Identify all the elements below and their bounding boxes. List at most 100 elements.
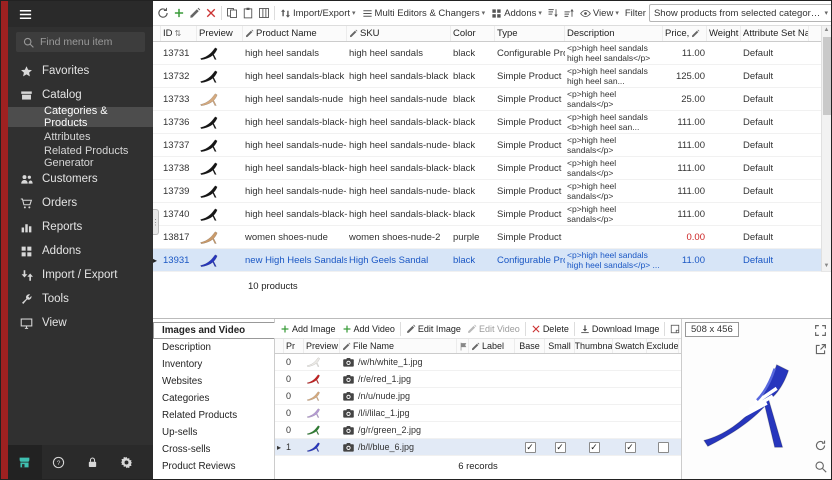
product-row-13733[interactable]: 13733high heel sandals-nudehigh heel san… [153, 88, 821, 111]
download-image-button[interactable]: Download Image [577, 324, 663, 334]
exclude-checkbox[interactable] [658, 442, 669, 453]
sidebar-item-favorites[interactable]: Favorites [8, 59, 153, 83]
image-column-header-file-name[interactable]: File Name [340, 339, 457, 353]
image-row-n-u-nude-jpg[interactable]: 0/n/u/nude.jpg [275, 388, 681, 405]
view-dropdown[interactable]: View ▾ [577, 6, 622, 21]
edit-image-button[interactable]: Edit Image [403, 324, 464, 334]
sidebar-item-view[interactable]: View [8, 311, 153, 335]
add-video-button[interactable]: Add Video [339, 324, 398, 334]
scrollbar-thumb[interactable] [823, 37, 831, 115]
help-icon[interactable]: ? [42, 445, 76, 479]
zoom-image-icon[interactable] [812, 458, 828, 474]
sidebar-item-customers[interactable]: Customers [8, 167, 153, 191]
image-row-r-e-red-1-jpg[interactable]: 0/r/e/red_1.jpg [275, 371, 681, 388]
sidebar-item-categories-products[interactable]: Categories & Products [8, 107, 153, 127]
column-header-sku[interactable]: SKU [347, 26, 451, 41]
image-column-header-expand[interactable] [275, 339, 284, 353]
sidebar-item-reports[interactable]: Reports [8, 215, 153, 239]
open-in-window-icon[interactable] [812, 341, 828, 357]
image-column-header-pr[interactable]: Pr [284, 339, 304, 353]
image-row-l-i-lilac-1-jpg[interactable]: 0/l/i/lilac_1.jpg [275, 405, 681, 422]
image-column-header-label[interactable]: Label [469, 339, 515, 353]
delete-image-button[interactable]: Delete [528, 324, 572, 334]
add-image-button[interactable]: Add Image [277, 324, 339, 334]
collapse-all-button[interactable] [561, 4, 577, 22]
multi-editors-dropdown[interactable]: Multi Editors & Changers ▾ [359, 6, 489, 21]
tab-inventory[interactable]: Inventory [153, 356, 274, 373]
product-row-13740[interactable]: 13740high heel sandals-black-38high heel… [153, 203, 821, 226]
product-row-13931[interactable]: ▸13931new High Heels SandalsHigh Geels S… [153, 249, 821, 272]
product-row-13736[interactable]: 13736high heel sandals-black-36high heel… [153, 111, 821, 134]
product-row-13739[interactable]: 13739high heel sandals-nude-37high heel … [153, 180, 821, 203]
image-column-header-small[interactable]: Small [545, 339, 575, 353]
edit-product-button[interactable] [187, 4, 203, 22]
settings-icon[interactable] [109, 445, 143, 479]
category-filter-select[interactable]: Show products from selected categories ▾ [649, 4, 831, 22]
tab-product-reviews[interactable]: Product Reviews [153, 458, 274, 475]
column-header-attribute-set-name[interactable]: Attribute Set Name [741, 26, 809, 41]
image-column-header-flag[interactable] [457, 339, 469, 353]
edit-video-button[interactable]: Edit Video [464, 324, 523, 334]
image-row-w-h-white-1-jpg[interactable]: 0/w/h/white_1.jpg [275, 354, 681, 371]
sidebar-search-input[interactable]: Find menu item [16, 32, 145, 52]
tab-images-and-video[interactable]: Images and Video [153, 322, 275, 339]
sidebar-item-catalog[interactable]: Catalog [8, 83, 153, 107]
column-header-id[interactable]: ID⇅ [161, 26, 197, 41]
store-manager-icon[interactable] [8, 445, 42, 479]
add-product-button[interactable] [171, 4, 187, 22]
column-header-type[interactable]: Type [495, 26, 565, 41]
sidebar-item-attributes[interactable]: Attributes [8, 127, 153, 147]
copy-button[interactable] [224, 4, 240, 22]
image-column-header-swatch[interactable]: Swatch [613, 339, 647, 353]
delete-product-button[interactable] [203, 4, 219, 22]
sidebar-collapse-handle[interactable]: ⋮ [153, 209, 159, 235]
hamburger-menu-icon[interactable] [18, 7, 33, 22]
base-checkbox[interactable]: ✓ [525, 442, 536, 453]
thumbnail-checkbox[interactable]: ✓ [589, 442, 600, 453]
column-header-preview[interactable]: Preview [197, 26, 243, 41]
rotate-image-icon[interactable] [812, 437, 828, 453]
scroll-up-arrow[interactable]: ▲ [824, 26, 830, 35]
sidebar-item-tools[interactable]: Tools [8, 287, 153, 311]
scroll-down-arrow[interactable]: ▼ [824, 262, 830, 271]
image-column-header-preview[interactable]: Preview [304, 339, 340, 353]
image-row-b-l-blue-6-jpg[interactable]: ▸1/b/l/blue_6.jpg✓✓✓✓ [275, 439, 681, 456]
sidebar-item-addons[interactable]: Addons [8, 239, 153, 263]
product-row-13732[interactable]: 13732high heel sandals-blackhigh heel sa… [153, 65, 821, 88]
lock-icon[interactable] [76, 445, 110, 479]
paste-button[interactable] [240, 4, 256, 22]
product-row-13738[interactable]: 13738high heel sandals-black-37high heel… [153, 157, 821, 180]
vertical-scrollbar[interactable]: ▲ ▼ [821, 26, 831, 271]
column-header-color[interactable]: Color [451, 26, 495, 41]
sidebar-item-import-export[interactable]: Import / Export [8, 263, 153, 287]
tab-up-sells[interactable]: Up-sells [153, 424, 274, 441]
columns-button[interactable] [256, 4, 272, 22]
box-icon [20, 89, 33, 102]
product-row-13817[interactable]: 13817women shoes-nudewomen shoes-nude-2p… [153, 226, 821, 249]
tab-related-products[interactable]: Related Products [153, 407, 274, 424]
addons-dropdown[interactable]: Addons ▾ [488, 6, 545, 21]
tab-categories[interactable]: Categories [153, 390, 274, 407]
image-column-header-base[interactable]: Base [515, 339, 545, 353]
column-header-description[interactable]: Description [565, 26, 663, 41]
image-column-header-thumbna[interactable]: Thumbna [575, 339, 613, 353]
refresh-button[interactable] [155, 4, 171, 22]
import-export-dropdown[interactable]: Import/Export ▾ [277, 6, 359, 21]
swatch-checkbox[interactable]: ✓ [625, 442, 636, 453]
column-header-weight[interactable]: Weight [707, 26, 741, 41]
small-checkbox[interactable]: ✓ [555, 442, 566, 453]
image-row-g-r-green-2-jpg[interactable]: 0/g/r/green_2.jpg [275, 422, 681, 439]
column-header-product-name[interactable]: Product Name [243, 26, 347, 41]
column-header-price[interactable]: Price, [663, 26, 707, 41]
set-resize-rule-button[interactable]: Set Resize Rule [667, 324, 681, 334]
image-column-header-exclude[interactable]: Exclude [647, 339, 679, 353]
product-row-13737[interactable]: 13737high heel sandals-nude-36high heel … [153, 134, 821, 157]
expand-all-button[interactable] [545, 4, 561, 22]
tab-websites[interactable]: Websites [153, 373, 274, 390]
tab-description[interactable]: Description [153, 339, 274, 356]
sidebar-item-orders[interactable]: Orders [8, 191, 153, 215]
sidebar-item-related-products-generator[interactable]: Related Products Generator [8, 147, 153, 167]
fullscreen-icon[interactable] [812, 322, 828, 338]
product-row-13731[interactable]: 13731high heel sandalshigh heel sandalsb… [153, 42, 821, 65]
tab-cross-sells[interactable]: Cross-sells [153, 441, 274, 458]
